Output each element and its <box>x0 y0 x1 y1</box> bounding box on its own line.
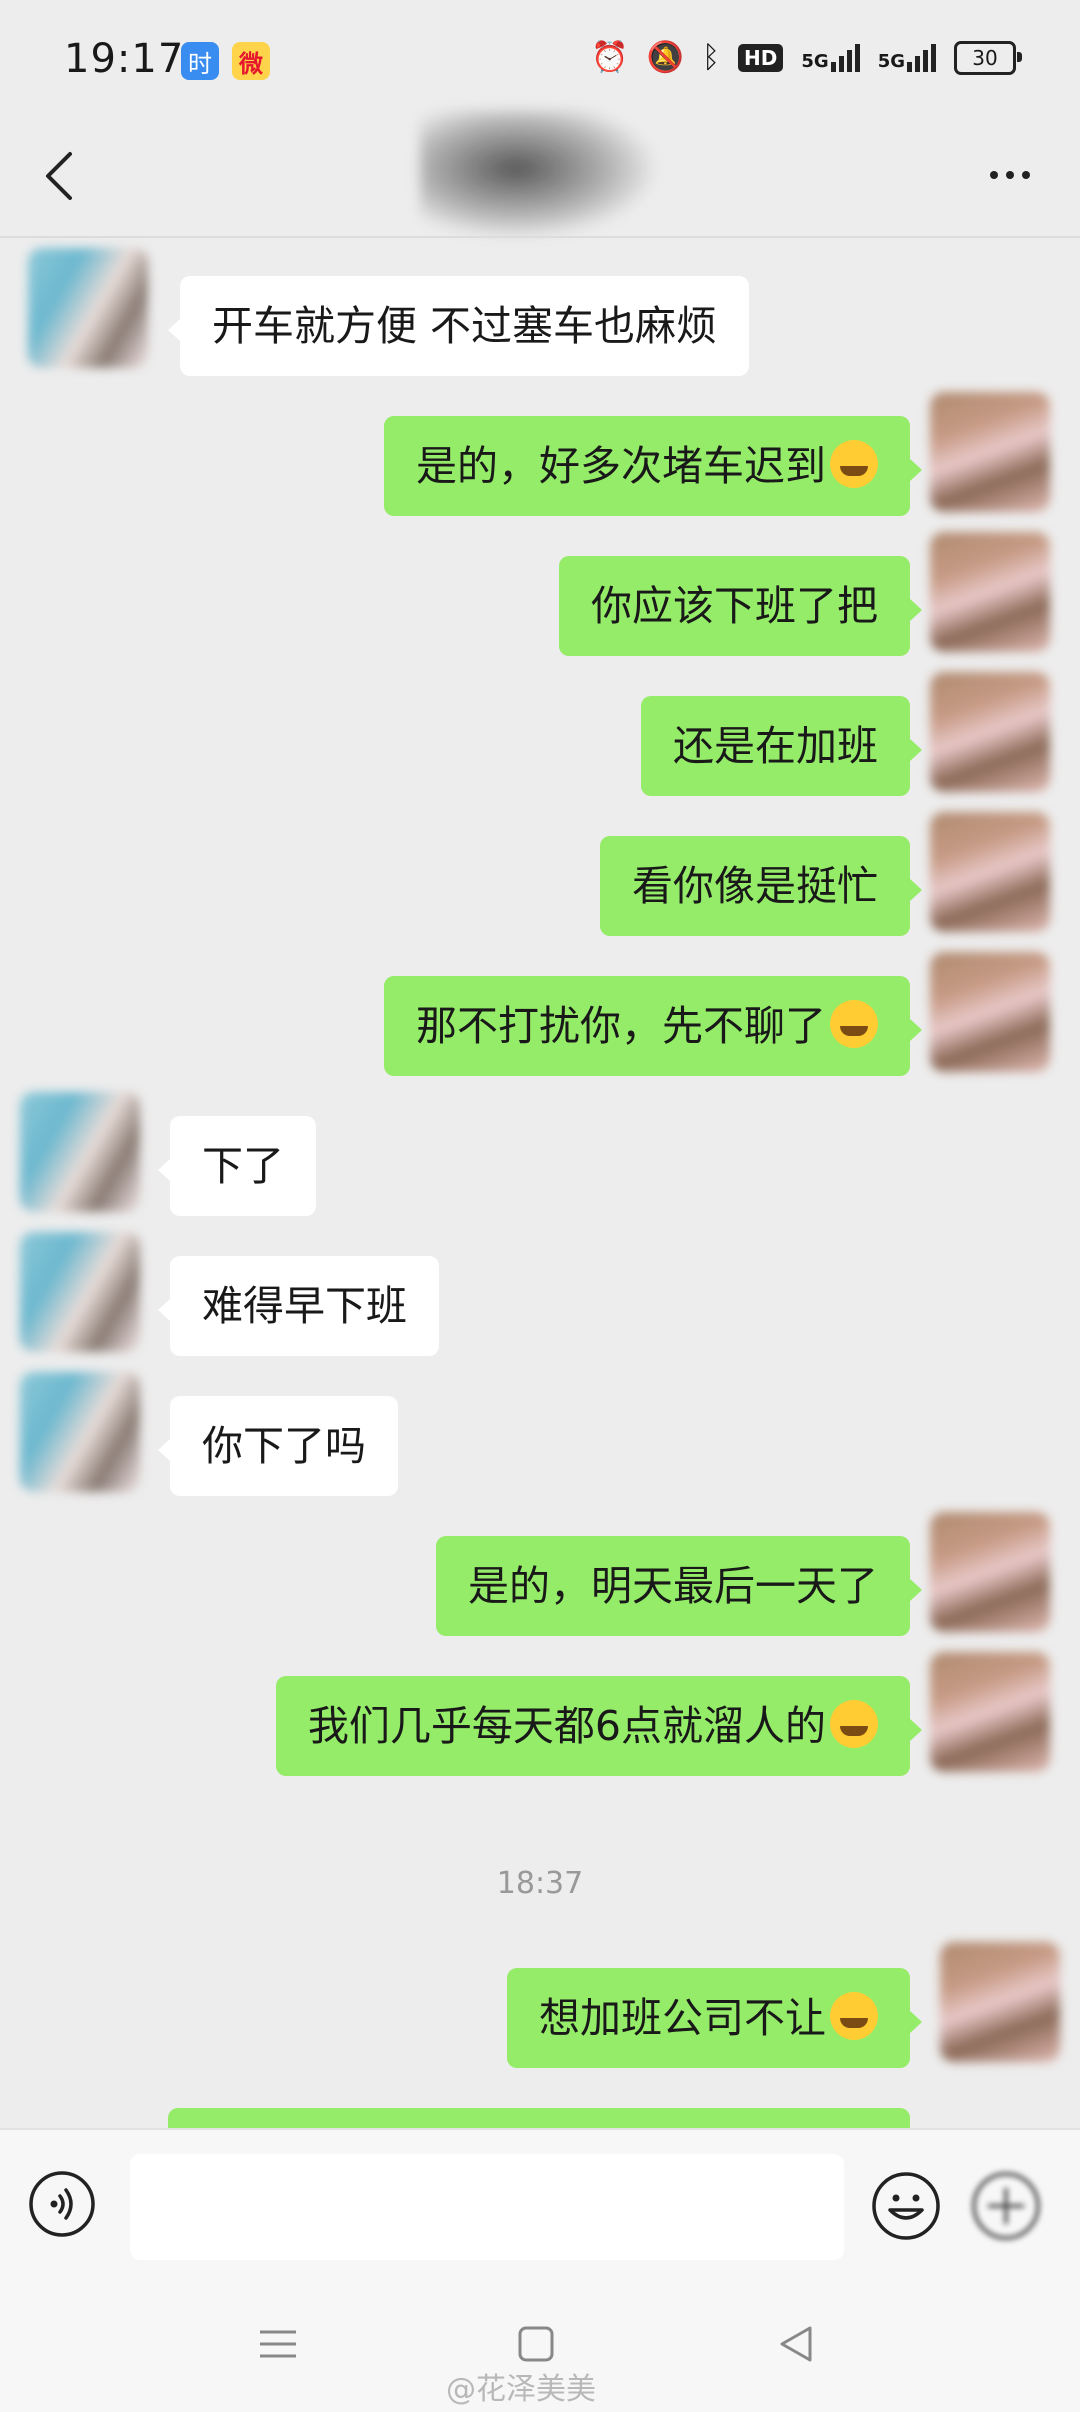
more-dots-icon[interactable] <box>980 160 1040 190</box>
input-bar <box>0 2128 1080 2280</box>
self-avatar[interactable] <box>930 952 1050 1072</box>
message-text: 想加班公司不让 <box>539 1994 826 2042</box>
message-outgoing[interactable]: 还是在加班 <box>641 696 922 796</box>
message-text: 是的，明天最后一天了 <box>436 1536 922 1636</box>
time-app-notification-icon: 时 <box>181 42 219 80</box>
message-text: 那不打扰你，先不聊了 <box>416 1002 826 1050</box>
message-text: 你下了吗 <box>158 1396 398 1496</box>
message-text: 看你像是挺忙 <box>600 836 922 936</box>
status-time: 19:17 <box>64 36 185 82</box>
message-outgoing[interactable]: 是的，明天最后一天了 <box>436 1536 922 1636</box>
contact-avatar[interactable] <box>20 1372 140 1492</box>
chevron-left-icon[interactable] <box>36 146 86 206</box>
message-timestamp: 18:37 <box>496 1866 584 1901</box>
self-avatar[interactable] <box>930 672 1050 792</box>
message-input[interactable] <box>130 2154 844 2260</box>
contact-avatar[interactable] <box>20 1232 140 1352</box>
self-avatar[interactable] <box>930 812 1050 932</box>
message-text: 还是在加班 <box>641 696 922 796</box>
system-nav-bar: @花泽美美 <box>0 2278 1080 2412</box>
mute-bell-icon: 🔕 <box>646 40 685 75</box>
laugh-cry-emoji-icon <box>830 440 878 488</box>
plus-icon[interactable] <box>970 2170 1042 2242</box>
battery-icon: 30 <box>954 40 1022 75</box>
self-avatar[interactable] <box>930 532 1050 652</box>
header-divider <box>0 236 1080 238</box>
signal-1-label: 5G <box>801 50 829 72</box>
battery-level: 30 <box>972 45 998 70</box>
signal-2-icon: 5G <box>877 43 936 72</box>
message-outgoing[interactable]: 你应该下班了把 <box>559 556 922 656</box>
message-incoming[interactable]: 下了 <box>158 1116 316 1216</box>
status-bar: 19:17 时 微 ⏰ 🔕 ᛒ HD 5G 5G 30 <box>0 0 1080 120</box>
message-text: 开车就方便 不过塞车也麻烦 <box>167 276 750 376</box>
message-outgoing[interactable]: 我们几乎每天都6点就溜人的 <box>275 1676 923 1776</box>
hd-voice-icon: HD <box>738 43 784 72</box>
message-outgoing[interactable]: 那不打扰你，先不聊了 <box>384 976 922 1076</box>
self-avatar[interactable] <box>940 1942 1060 2062</box>
message-text: 下了 <box>158 1116 316 1216</box>
thinking-emoji-icon <box>830 1992 878 2040</box>
contact-name-redacted <box>420 110 660 240</box>
status-icons: ⏰ 🔕 ᛒ HD 5G 5G 30 <box>591 40 1022 75</box>
message-text: 难得早下班 <box>158 1256 439 1356</box>
message-text: 我们几乎每天都6点就溜人的 <box>307 1702 826 1750</box>
home-square-icon[interactable] <box>512 2320 560 2368</box>
message-text: 是的，好多次堵车迟到 <box>416 442 826 490</box>
watermark: @花泽美美 <box>446 2372 596 2407</box>
voice-icon[interactable] <box>28 2170 96 2238</box>
signal-2-label: 5G <box>877 50 905 72</box>
grin-emoji-icon <box>830 1000 878 1048</box>
alarm-icon: ⏰ <box>591 40 629 75</box>
self-avatar[interactable] <box>930 392 1050 512</box>
message-incoming[interactable]: 难得早下班 <box>158 1256 439 1356</box>
menu-icon[interactable] <box>254 2320 302 2368</box>
signal-1-icon: 5G <box>801 43 860 72</box>
chat-header <box>0 110 1080 240</box>
self-avatar[interactable] <box>930 1652 1050 1772</box>
message-outgoing[interactable]: 是的，好多次堵车迟到 <box>384 416 922 516</box>
back-triangle-icon[interactable] <box>772 2320 820 2368</box>
emoji-face-icon[interactable] <box>870 2170 942 2242</box>
contact-avatar[interactable] <box>20 1092 140 1212</box>
message-incoming[interactable]: 你下了吗 <box>158 1396 398 1496</box>
message-incoming[interactable]: 开车就方便 不过塞车也麻烦 <box>167 276 750 376</box>
laugh-cry-emoji-icon <box>830 1700 878 1748</box>
message-text: 你应该下班了把 <box>559 556 922 656</box>
self-avatar[interactable] <box>930 1512 1050 1632</box>
message-outgoing[interactable]: 看你像是挺忙 <box>600 836 922 936</box>
bluetooth-icon: ᛒ <box>702 40 721 75</box>
weibo-notification-icon: 微 <box>232 42 270 80</box>
contact-avatar[interactable] <box>28 248 148 368</box>
message-outgoing[interactable]: 想加班公司不让 <box>507 1968 922 2068</box>
